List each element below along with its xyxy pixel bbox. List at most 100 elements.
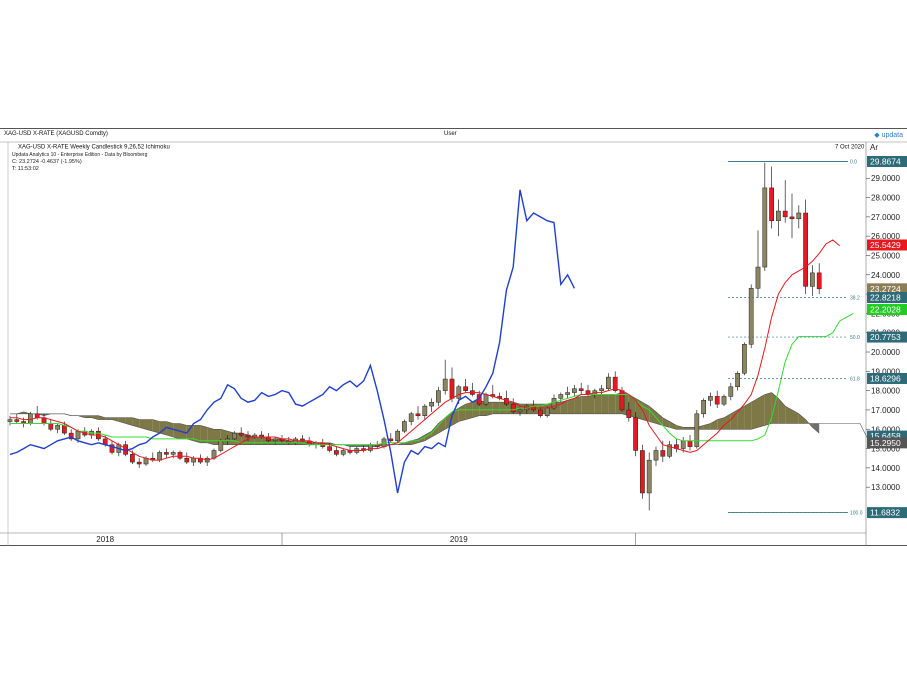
candle-body xyxy=(687,440,693,447)
candle-body xyxy=(735,373,740,388)
candle-body xyxy=(170,452,176,455)
candle-body xyxy=(136,461,142,465)
candle-body xyxy=(395,430,400,442)
candle-body xyxy=(510,403,516,413)
candle-body xyxy=(14,419,20,422)
candle-body xyxy=(762,187,768,268)
candle-body xyxy=(544,407,550,416)
candle-body xyxy=(714,396,720,405)
candle-body xyxy=(238,432,244,436)
candle-body xyxy=(7,419,13,422)
time-axis[interactable]: 2018 2019 xyxy=(96,533,636,546)
cloud-segment xyxy=(200,425,208,443)
y-tick-label: 29.0000 xyxy=(871,174,900,183)
cloud-segment xyxy=(567,398,575,414)
candle-body xyxy=(606,376,611,389)
info-line-3: T: 11:53:02 xyxy=(12,166,39,172)
price-tag-label: 20.7753 xyxy=(870,332,901,342)
price-tag-label: 22.2028 xyxy=(870,304,901,314)
info-line-2: C: 23.2724 -0.4637 (-1.95%) xyxy=(12,159,82,165)
candle-body xyxy=(789,216,795,220)
candle-body xyxy=(708,396,713,401)
cloud-segment xyxy=(574,396,582,414)
y-tick-label: 14.0000 xyxy=(871,464,900,473)
candle-body xyxy=(680,440,686,449)
candle-body xyxy=(660,450,666,457)
fib-label: 0.0 xyxy=(850,159,857,165)
candle-body xyxy=(184,457,190,463)
candle-body xyxy=(816,272,822,290)
cloud-segment xyxy=(207,427,214,445)
candle-body xyxy=(782,210,788,218)
y-tick-label: 20.0000 xyxy=(871,348,900,357)
chart-title: XAG-USD X-RATE Weekly Candlestick 9,26,5… xyxy=(18,145,170,151)
candle-body xyxy=(130,454,135,463)
candle-body xyxy=(463,386,468,391)
cloud-segment xyxy=(751,398,758,430)
chikou-line xyxy=(9,189,576,494)
candle-body xyxy=(245,434,251,438)
price-chart[interactable]: XAG-USD X-RATE Weekly Candlestick 9,26,5… xyxy=(0,0,907,680)
candle-body xyxy=(164,452,169,455)
candle-body xyxy=(748,288,754,345)
candle-body xyxy=(755,266,761,289)
candle-body xyxy=(626,409,632,418)
fib-label: 61.8 xyxy=(850,376,860,382)
candle-body xyxy=(810,272,815,287)
cloud-segment xyxy=(84,415,92,418)
price-tag-label: 15.2950 xyxy=(870,438,901,448)
candle-body xyxy=(504,398,509,405)
candle-body xyxy=(442,378,448,391)
candle-body xyxy=(565,392,570,395)
info-line-1: Updata Analytics 10 - Enterprise Edition… xyxy=(12,152,148,158)
y-tick-label: 13.0000 xyxy=(871,483,900,492)
price-tag-label: 18.6296 xyxy=(870,373,901,383)
fib-label: 50.0 xyxy=(850,335,860,341)
candle-body xyxy=(517,409,523,413)
candle-body xyxy=(436,390,441,403)
candle-body xyxy=(402,421,407,432)
candle-body xyxy=(803,212,808,287)
price-tag-label: 29.8674 xyxy=(870,156,901,166)
cloud-segment xyxy=(710,419,718,430)
candle-body xyxy=(368,444,373,451)
candle-body xyxy=(75,430,81,440)
candle-body xyxy=(408,413,414,422)
candle-body xyxy=(769,187,774,221)
cloud-segment xyxy=(758,394,765,428)
price-tag-label: 25.5429 xyxy=(870,240,901,250)
cloud-segment xyxy=(744,402,752,430)
indicator-lines xyxy=(9,189,854,494)
cloud-segment xyxy=(152,419,160,434)
y-tick-label: 18.0000 xyxy=(871,387,900,396)
cloud-segment xyxy=(608,394,616,414)
y-tick-label: 17.0000 xyxy=(871,406,900,415)
price-tag-label: 22.8218 xyxy=(870,293,901,303)
cloud-segment xyxy=(458,404,466,422)
candles-layer xyxy=(7,162,822,511)
y-tick-label: 27.0000 xyxy=(871,213,900,222)
candle-body xyxy=(619,390,625,411)
fibonacci-levels: 0.0 38.2 50.0 61.8 100.0 xyxy=(728,159,863,517)
candle-body xyxy=(157,452,162,461)
candle-body xyxy=(578,388,584,391)
candle-body xyxy=(218,440,224,451)
candle-body xyxy=(62,425,67,434)
candle-body xyxy=(266,436,271,442)
candle-body xyxy=(55,425,60,430)
cloud-segment xyxy=(724,413,731,430)
candle-body xyxy=(334,450,339,455)
y-tick-label: 28.0000 xyxy=(871,194,900,203)
cloud-segment xyxy=(581,396,588,414)
candle-body xyxy=(728,386,734,397)
candle-body xyxy=(646,459,652,494)
candle-body xyxy=(422,405,428,416)
candle-body xyxy=(327,446,332,451)
cloud-segment xyxy=(588,394,595,414)
candle-body xyxy=(640,450,645,494)
candle-body xyxy=(34,413,40,418)
candle-body xyxy=(456,386,462,399)
candle-body xyxy=(694,413,700,447)
candle-body xyxy=(340,450,346,455)
candle-body xyxy=(415,413,421,416)
